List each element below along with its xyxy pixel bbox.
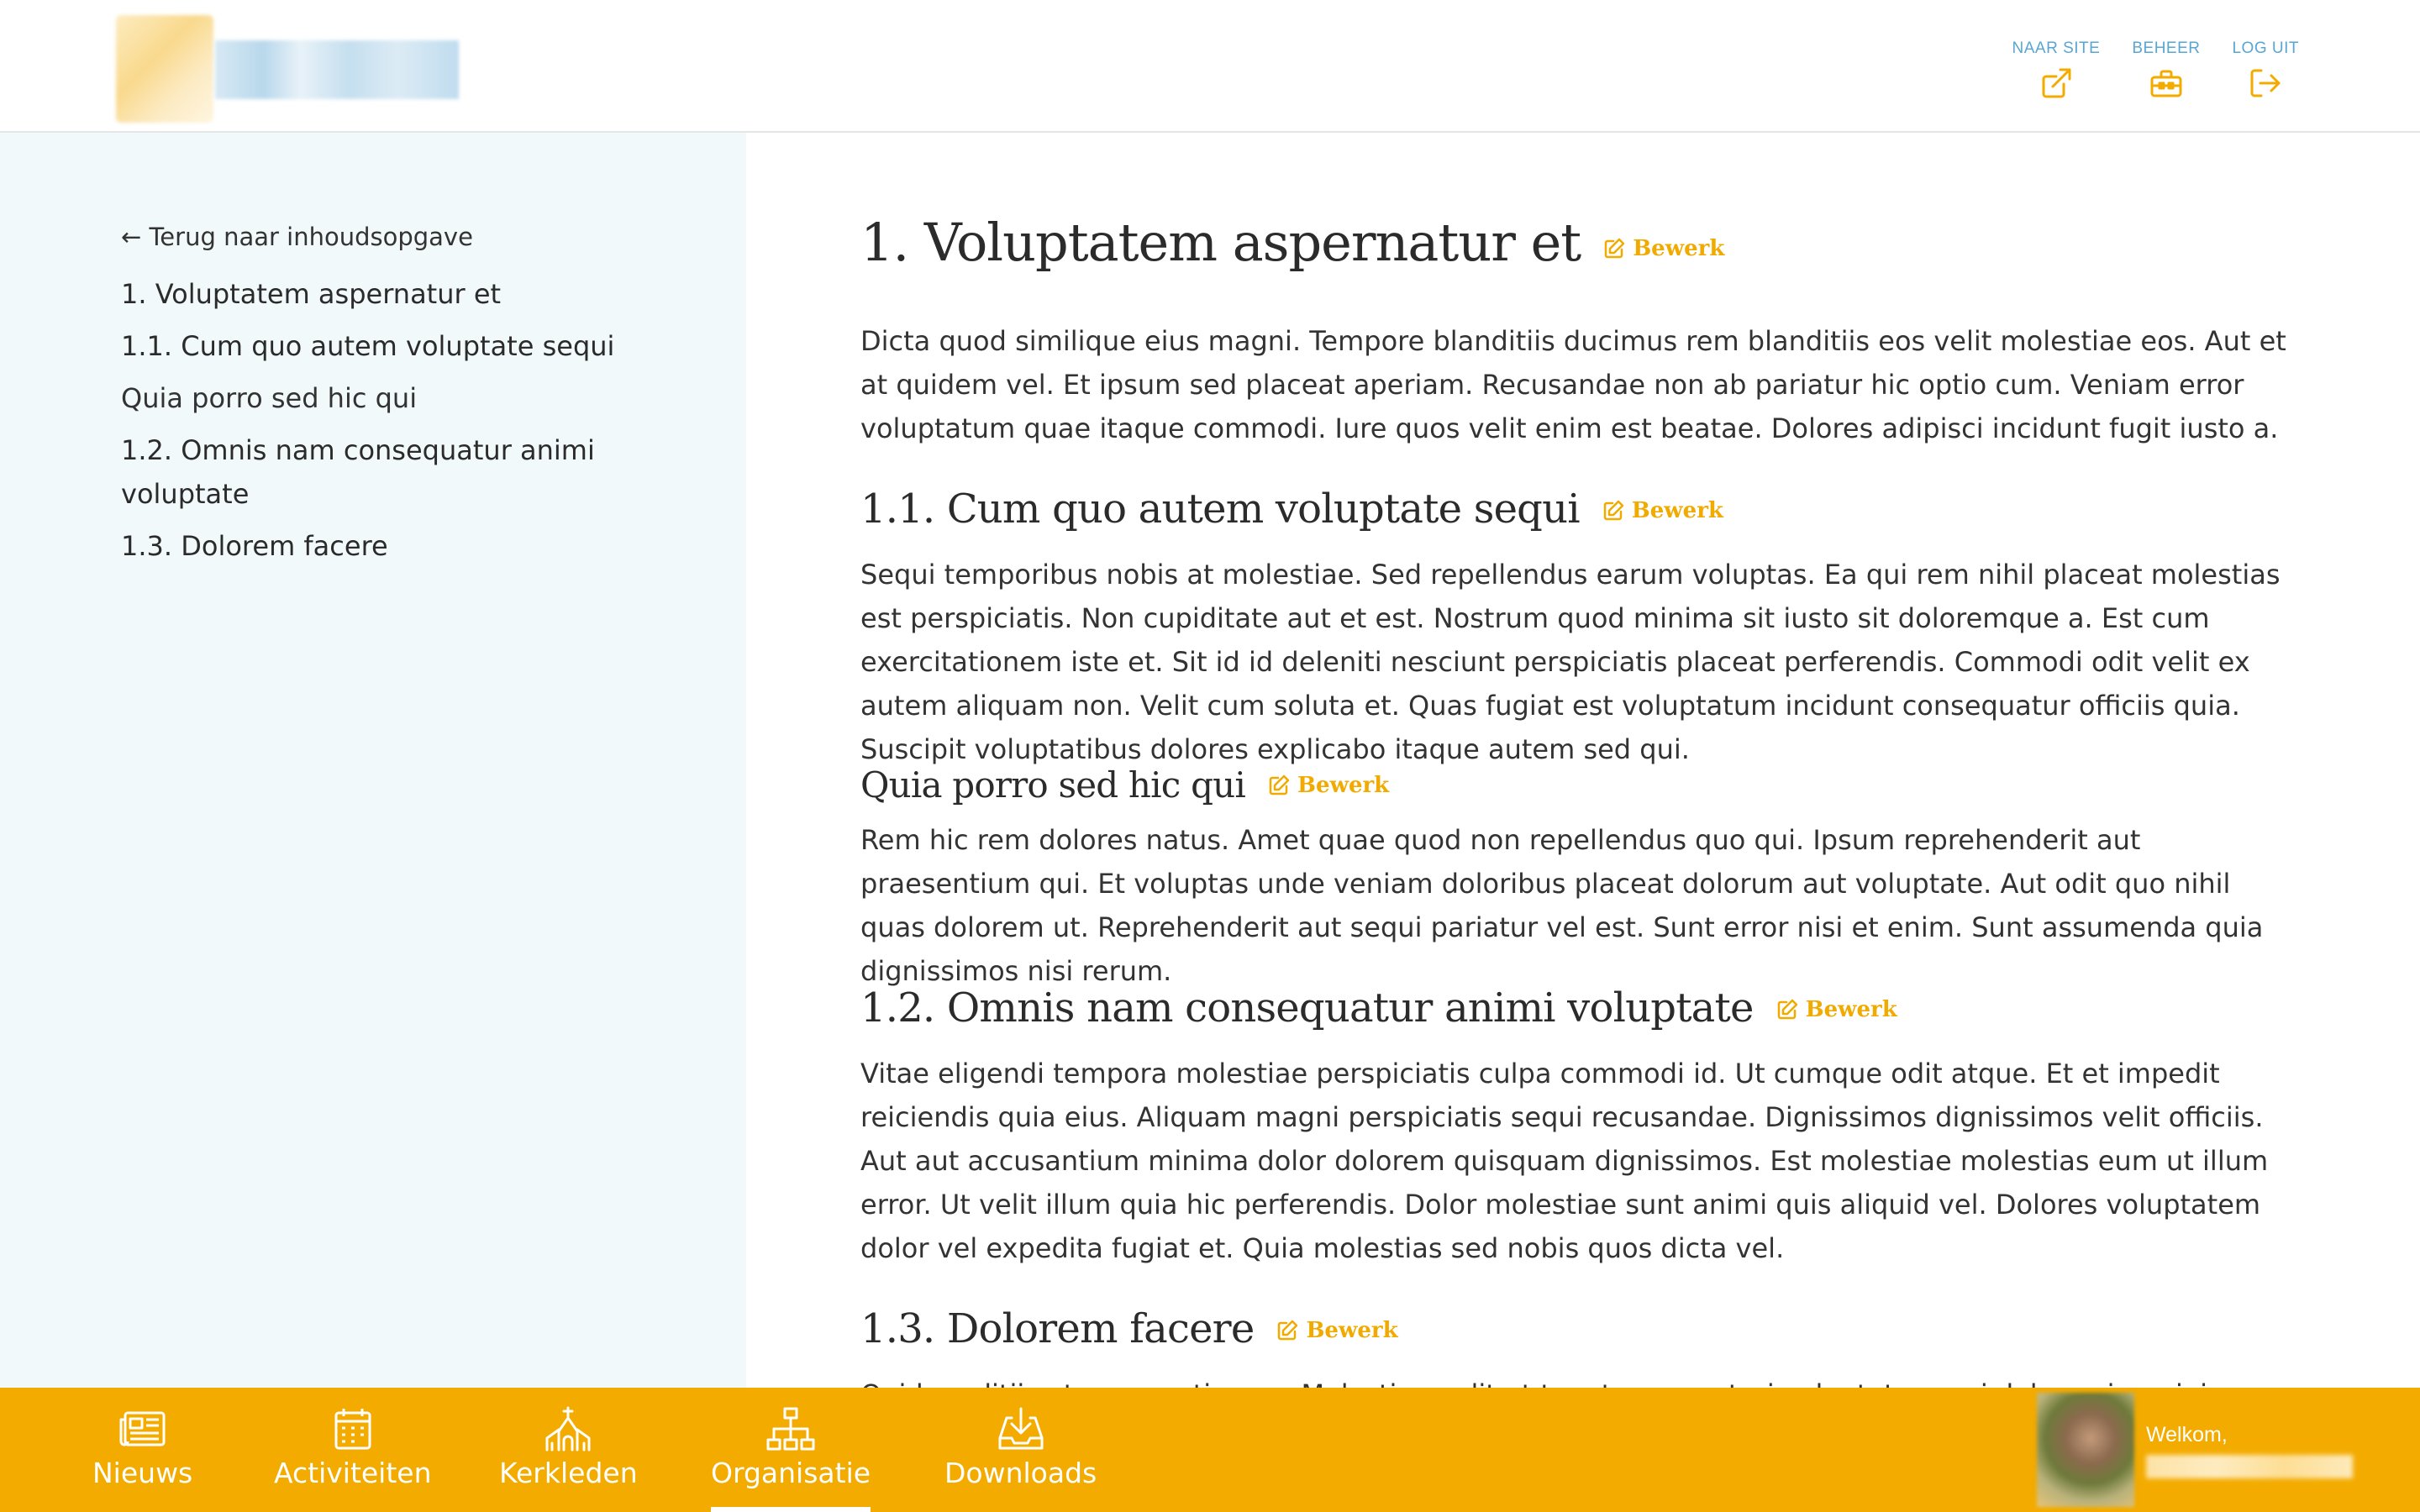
download-icon bbox=[998, 1407, 1044, 1450]
section-heading-text: Quia porro sed hic qui bbox=[860, 764, 1246, 806]
log-uit-link[interactable]: LOG UIT bbox=[2232, 39, 2299, 101]
logo-wordmark bbox=[215, 40, 459, 99]
naar-site-link[interactable]: NAAR SITE bbox=[2012, 39, 2101, 101]
page-title-text: 1. Voluptatem aspernatur et bbox=[860, 212, 1581, 273]
welcome-text: Welkom, bbox=[2146, 1423, 2228, 1446]
edit-link[interactable]: Bewerk bbox=[1267, 773, 1389, 798]
section-heading-text: 1.2. Omnis nam consequatur animi volupta… bbox=[860, 984, 1754, 1032]
section-paragraph: Quidem ditiis et occaecati quos. Molesti… bbox=[860, 1373, 2289, 1388]
tab-downloads[interactable]: Downloads bbox=[944, 1388, 1097, 1512]
edit-label: Bewerk bbox=[1306, 1318, 1398, 1343]
edit-link[interactable]: Bewerk bbox=[1602, 498, 1723, 523]
section-heading: 1.2. Omnis nam consequatur animi volupta… bbox=[860, 984, 1897, 1032]
user-menu[interactable]: Welkom, bbox=[2037, 1388, 2420, 1512]
org-chart-icon bbox=[766, 1407, 815, 1451]
back-to-toc-link[interactable]: ← Terug naar inhoudsopgave bbox=[121, 217, 473, 257]
intro-paragraph: Dicta quod similique eius magni. Tempore… bbox=[860, 325, 2286, 444]
tab-label: Kerkleden bbox=[499, 1457, 638, 1489]
section-heading: 1.1. Cum quo autem voluptate sequi Bewer… bbox=[860, 486, 1723, 533]
edit-link[interactable]: Bewerk bbox=[1602, 236, 1724, 261]
table-of-contents: 1. Voluptatem aspernatur et 1.1. Cum quo… bbox=[121, 272, 642, 576]
tab-label: Organisatie bbox=[711, 1457, 871, 1489]
toc-item[interactable]: 1.1. Cum quo autem voluptate sequi bbox=[121, 324, 642, 368]
church-icon bbox=[545, 1406, 591, 1452]
username-redacted bbox=[2146, 1455, 2353, 1478]
calendar-icon bbox=[334, 1409, 371, 1450]
sign-out-icon bbox=[2250, 69, 2281, 97]
toc-item[interactable]: 1.3. Dolorem facere bbox=[121, 524, 642, 568]
logo-mark bbox=[116, 15, 213, 123]
log-uit-label: LOG UIT bbox=[2232, 39, 2299, 57]
tab-activiteiten[interactable]: Activiteiten bbox=[274, 1388, 432, 1512]
edit-label: Bewerk bbox=[1805, 997, 1897, 1022]
tab-label: Activiteiten bbox=[274, 1457, 432, 1489]
external-link-icon bbox=[2042, 68, 2071, 98]
beheer-label: BEHEER bbox=[2132, 39, 2201, 57]
edit-link[interactable]: Bewerk bbox=[1276, 1318, 1398, 1343]
page-title: 1. Voluptatem aspernatur et Bewerk bbox=[860, 212, 1724, 273]
section-heading: Quia porro sed hic qui Bewerk bbox=[860, 764, 1389, 806]
edit-link[interactable]: Bewerk bbox=[1776, 997, 1897, 1022]
edit-icon bbox=[1603, 500, 1624, 521]
section-heading: 1.3. Dolorem facere Bewerk bbox=[860, 1305, 1398, 1352]
edit-icon bbox=[1777, 999, 1797, 1020]
tab-kerkleden[interactable]: Kerkleden bbox=[499, 1388, 638, 1512]
tab-nieuws[interactable]: Nieuws bbox=[92, 1388, 192, 1512]
section-heading-text: 1.1. Cum quo autem voluptate sequi bbox=[860, 486, 1581, 533]
naar-site-label: NAAR SITE bbox=[2012, 39, 2101, 57]
section-heading-text: 1.3. Dolorem facere bbox=[860, 1305, 1255, 1352]
bottom-nav-bar: Nieuws Activiteiten Kerkleden Organisati… bbox=[0, 1388, 2420, 1512]
edit-label: Bewerk bbox=[1631, 498, 1723, 523]
main-content: 1. Voluptatem aspernatur et Bewerk Dicta… bbox=[860, 133, 2289, 1388]
section-paragraph: Vitae eligendi tempora molestiae perspic… bbox=[860, 1058, 2269, 1264]
toolbox-icon bbox=[2150, 70, 2182, 97]
beheer-link[interactable]: BEHEER bbox=[2132, 39, 2200, 101]
tab-label: Nieuws bbox=[92, 1457, 193, 1489]
site-logo[interactable] bbox=[116, 15, 460, 123]
section-paragraph: Sequi temporibus nobis at molestiae. Sed… bbox=[860, 559, 2281, 765]
toc-item[interactable]: Quia porro sed hic qui bbox=[121, 376, 642, 420]
edit-icon bbox=[1604, 238, 1625, 259]
edit-icon bbox=[1278, 1320, 1298, 1341]
edit-icon bbox=[1269, 774, 1290, 795]
tab-label: Downloads bbox=[944, 1457, 1097, 1489]
avatar bbox=[2037, 1393, 2134, 1507]
toc-item[interactable]: 1.2. Omnis nam consequatur animi volupta… bbox=[121, 428, 642, 516]
edit-label: Bewerk bbox=[1297, 773, 1390, 798]
toc-item[interactable]: 1. Voluptatem aspernatur et bbox=[121, 272, 642, 316]
header-nav: NAAR SITE BEHEER LOG UIT bbox=[2012, 39, 2299, 101]
newspaper-icon bbox=[119, 1411, 166, 1446]
top-header: NAAR SITE BEHEER LOG UIT bbox=[0, 0, 2420, 133]
edit-label: Bewerk bbox=[1633, 236, 1725, 261]
tab-organisatie[interactable]: Organisatie bbox=[711, 1388, 871, 1512]
section-paragraph: Rem hic rem dolores natus. Amet quae quo… bbox=[860, 824, 2264, 987]
